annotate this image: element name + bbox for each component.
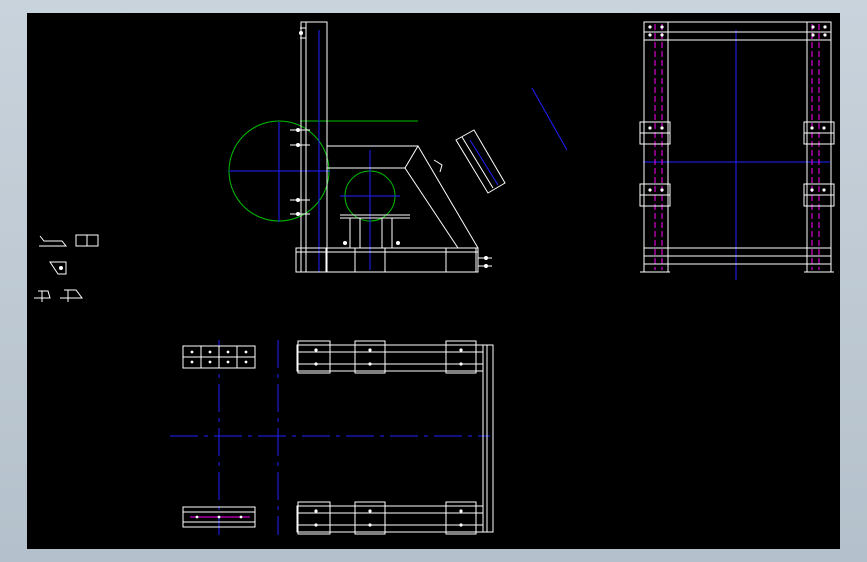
detail-symbols [34, 234, 99, 302]
drawing-canvas[interactable] [27, 13, 840, 549]
front-frame-outline [639, 21, 835, 273]
cad-window [0, 0, 867, 562]
detail-symbol-3 [34, 289, 83, 302]
cad-drawing [34, 21, 835, 535]
detail-symbol-2 [49, 261, 67, 275]
side-elevation-view [228, 21, 568, 273]
side-frame-outline [290, 21, 506, 273]
plan-bolt-heads [190, 348, 463, 527]
detail-symbol-1 [39, 234, 99, 247]
front-hidden-lines [654, 24, 820, 270]
front-elevation-view [639, 21, 835, 280]
side-centerlines [229, 30, 568, 272]
front-bolt-heads [648, 25, 827, 192]
front-centerlines [643, 30, 830, 280]
plan-frame-outline [182, 340, 494, 535]
plan-view [170, 340, 494, 535]
